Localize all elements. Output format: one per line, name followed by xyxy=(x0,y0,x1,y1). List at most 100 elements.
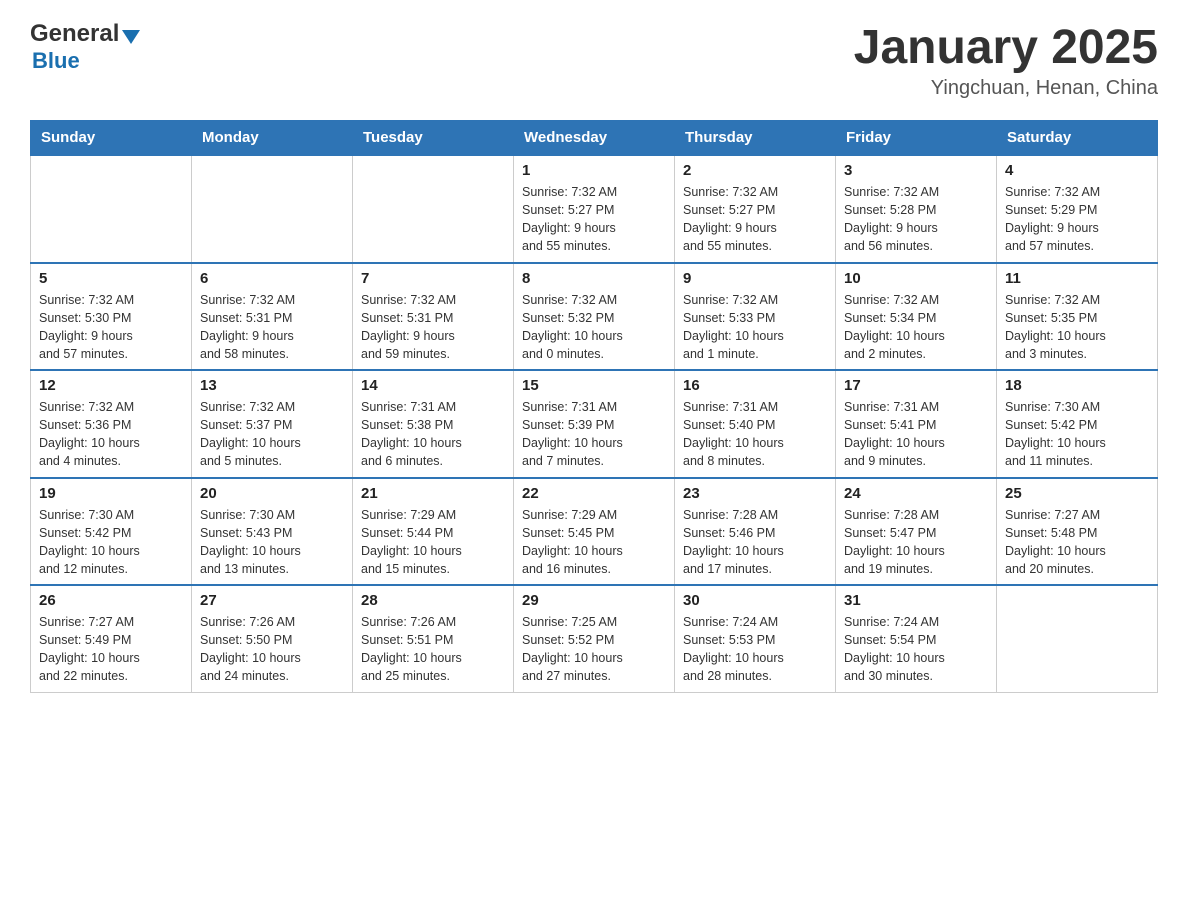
calendar-cell: 4 Sunrise: 7:32 AMSunset: 5:29 PMDaylight… xyxy=(997,155,1158,263)
calendar-cell: 16 Sunrise: 7:31 AMSunset: 5:40 PMDayligh… xyxy=(675,370,836,478)
calendar-cell: 10 Sunrise: 7:32 AMSunset: 5:34 PMDayligh… xyxy=(836,263,997,371)
day-info: Sunrise: 7:30 AMSunset: 5:43 PMDaylight:… xyxy=(200,506,344,579)
day-number: 4 xyxy=(1005,162,1149,179)
calendar-cell: 31 Sunrise: 7:24 AMSunset: 5:54 PMDayligh… xyxy=(836,585,997,692)
day-of-week-header: Saturday xyxy=(997,121,1158,156)
day-number: 12 xyxy=(39,377,183,394)
month-title: January 2025 xyxy=(854,20,1158,75)
day-of-week-header: Wednesday xyxy=(514,121,675,156)
day-number: 10 xyxy=(844,270,988,287)
day-number: 15 xyxy=(522,377,666,394)
day-of-week-header: Monday xyxy=(192,121,353,156)
day-info: Sunrise: 7:24 AMSunset: 5:53 PMDaylight:… xyxy=(683,613,827,686)
page-header: General Blue January 2025 Yingchuan, Hen… xyxy=(30,20,1158,100)
calendar-cell: 1Sunrise: 7:32 AMSunset: 5:27 PMDaylight… xyxy=(514,155,675,263)
day-info: Sunrise: 7:29 AMSunset: 5:44 PMDaylight:… xyxy=(361,506,505,579)
calendar-week-row: 5Sunrise: 7:32 AMSunset: 5:30 PMDaylight… xyxy=(31,263,1158,371)
day-number: 25 xyxy=(1005,485,1149,502)
calendar-cell: 5Sunrise: 7:32 AMSunset: 5:30 PMDaylight… xyxy=(31,263,192,371)
day-of-week-header: Sunday xyxy=(31,121,192,156)
day-number: 22 xyxy=(522,485,666,502)
calendar-body: 1Sunrise: 7:32 AMSunset: 5:27 PMDaylight… xyxy=(31,155,1158,692)
calendar-cell: 9Sunrise: 7:32 AMSunset: 5:33 PMDaylight… xyxy=(675,263,836,371)
calendar-week-row: 12 Sunrise: 7:32 AMSunset: 5:36 PMDayligh… xyxy=(31,370,1158,478)
calendar-cell: 8 Sunrise: 7:32 AMSunset: 5:32 PMDaylight… xyxy=(514,263,675,371)
day-info: Sunrise: 7:28 AMSunset: 5:46 PMDaylight:… xyxy=(683,506,827,579)
day-number: 7 xyxy=(361,270,505,287)
day-info: Sunrise: 7:32 AMSunset: 5:27 PMDaylight:… xyxy=(683,183,827,256)
day-info: Sunrise: 7:32 AMSunset: 5:27 PMDaylight:… xyxy=(522,183,666,256)
calendar-cell: 25 Sunrise: 7:27 AMSunset: 5:48 PMDayligh… xyxy=(997,478,1158,586)
calendar-cell: 17Sunrise: 7:31 AMSunset: 5:41 PMDayligh… xyxy=(836,370,997,478)
day-number: 24 xyxy=(844,485,988,502)
day-of-week-header: Friday xyxy=(836,121,997,156)
day-number: 6 xyxy=(200,270,344,287)
calendar-cell: 13Sunrise: 7:32 AMSunset: 5:37 PMDayligh… xyxy=(192,370,353,478)
day-info: Sunrise: 7:32 AMSunset: 5:32 PMDaylight:… xyxy=(522,291,666,364)
day-info: Sunrise: 7:31 AMSunset: 5:40 PMDaylight:… xyxy=(683,398,827,471)
calendar-cell: 23 Sunrise: 7:28 AMSunset: 5:46 PMDayligh… xyxy=(675,478,836,586)
calendar-table: SundayMondayTuesdayWednesdayThursdayFrid… xyxy=(30,120,1158,693)
logo-blue-text: Blue xyxy=(32,48,80,74)
day-info: Sunrise: 7:24 AMSunset: 5:54 PMDaylight:… xyxy=(844,613,988,686)
day-info: Sunrise: 7:32 AMSunset: 5:36 PMDaylight:… xyxy=(39,398,183,471)
calendar-cell xyxy=(31,155,192,263)
day-number: 23 xyxy=(683,485,827,502)
day-info: Sunrise: 7:31 AMSunset: 5:41 PMDaylight:… xyxy=(844,398,988,471)
day-info: Sunrise: 7:26 AMSunset: 5:51 PMDaylight:… xyxy=(361,613,505,686)
day-info: Sunrise: 7:32 AMSunset: 5:31 PMDaylight:… xyxy=(361,291,505,364)
day-info: Sunrise: 7:31 AMSunset: 5:38 PMDaylight:… xyxy=(361,398,505,471)
day-number: 20 xyxy=(200,485,344,502)
calendar-cell: 21Sunrise: 7:29 AMSunset: 5:44 PMDayligh… xyxy=(353,478,514,586)
logo: General Blue xyxy=(30,20,140,74)
day-number: 30 xyxy=(683,592,827,609)
day-info: Sunrise: 7:32 AMSunset: 5:35 PMDaylight:… xyxy=(1005,291,1149,364)
calendar-cell: 12 Sunrise: 7:32 AMSunset: 5:36 PMDayligh… xyxy=(31,370,192,478)
calendar-cell: 20 Sunrise: 7:30 AMSunset: 5:43 PMDayligh… xyxy=(192,478,353,586)
day-info: Sunrise: 7:25 AMSunset: 5:52 PMDaylight:… xyxy=(522,613,666,686)
calendar-cell: 30 Sunrise: 7:24 AMSunset: 5:53 PMDayligh… xyxy=(675,585,836,692)
calendar-header: SundayMondayTuesdayWednesdayThursdayFrid… xyxy=(31,121,1158,156)
day-info: Sunrise: 7:32 AMSunset: 5:34 PMDaylight:… xyxy=(844,291,988,364)
day-number: 26 xyxy=(39,592,183,609)
day-number: 9 xyxy=(683,270,827,287)
day-number: 11 xyxy=(1005,270,1149,287)
day-info: Sunrise: 7:30 AMSunset: 5:42 PMDaylight:… xyxy=(39,506,183,579)
day-number: 18 xyxy=(1005,377,1149,394)
day-info: Sunrise: 7:32 AMSunset: 5:29 PMDaylight:… xyxy=(1005,183,1149,256)
calendar-week-row: 19Sunrise: 7:30 AMSunset: 5:42 PMDayligh… xyxy=(31,478,1158,586)
calendar-week-row: 1Sunrise: 7:32 AMSunset: 5:27 PMDaylight… xyxy=(31,155,1158,263)
calendar-cell: 6Sunrise: 7:32 AMSunset: 5:31 PMDaylight… xyxy=(192,263,353,371)
calendar-cell: 28 Sunrise: 7:26 AMSunset: 5:51 PMDayligh… xyxy=(353,585,514,692)
day-number: 2 xyxy=(683,162,827,179)
calendar-cell: 3 Sunrise: 7:32 AMSunset: 5:28 PMDaylight… xyxy=(836,155,997,263)
day-number: 27 xyxy=(200,592,344,609)
day-number: 16 xyxy=(683,377,827,394)
days-of-week-row: SundayMondayTuesdayWednesdayThursdayFrid… xyxy=(31,121,1158,156)
title-section: January 2025 Yingchuan, Henan, China xyxy=(854,20,1158,100)
calendar-cell: 24Sunrise: 7:28 AMSunset: 5:47 PMDayligh… xyxy=(836,478,997,586)
calendar-cell: 15 Sunrise: 7:31 AMSunset: 5:39 PMDayligh… xyxy=(514,370,675,478)
location-text: Yingchuan, Henan, China xyxy=(854,77,1158,100)
calendar-cell: 14 Sunrise: 7:31 AMSunset: 5:38 PMDayligh… xyxy=(353,370,514,478)
day-number: 8 xyxy=(522,270,666,287)
day-info: Sunrise: 7:30 AMSunset: 5:42 PMDaylight:… xyxy=(1005,398,1149,471)
day-number: 28 xyxy=(361,592,505,609)
day-number: 3 xyxy=(844,162,988,179)
calendar-cell: 11 Sunrise: 7:32 AMSunset: 5:35 PMDayligh… xyxy=(997,263,1158,371)
day-number: 31 xyxy=(844,592,988,609)
day-number: 14 xyxy=(361,377,505,394)
calendar-cell: 2 Sunrise: 7:32 AMSunset: 5:27 PMDaylight… xyxy=(675,155,836,263)
calendar-cell: 27 Sunrise: 7:26 AMSunset: 5:50 PMDayligh… xyxy=(192,585,353,692)
day-info: Sunrise: 7:31 AMSunset: 5:39 PMDaylight:… xyxy=(522,398,666,471)
calendar-cell: 19Sunrise: 7:30 AMSunset: 5:42 PMDayligh… xyxy=(31,478,192,586)
day-info: Sunrise: 7:26 AMSunset: 5:50 PMDaylight:… xyxy=(200,613,344,686)
day-info: Sunrise: 7:29 AMSunset: 5:45 PMDaylight:… xyxy=(522,506,666,579)
day-of-week-header: Tuesday xyxy=(353,121,514,156)
calendar-cell: 18 Sunrise: 7:30 AMSunset: 5:42 PMDayligh… xyxy=(997,370,1158,478)
day-info: Sunrise: 7:27 AMSunset: 5:48 PMDaylight:… xyxy=(1005,506,1149,579)
day-of-week-header: Thursday xyxy=(675,121,836,156)
calendar-cell xyxy=(192,155,353,263)
day-info: Sunrise: 7:32 AMSunset: 5:28 PMDaylight:… xyxy=(844,183,988,256)
calendar-cell xyxy=(353,155,514,263)
